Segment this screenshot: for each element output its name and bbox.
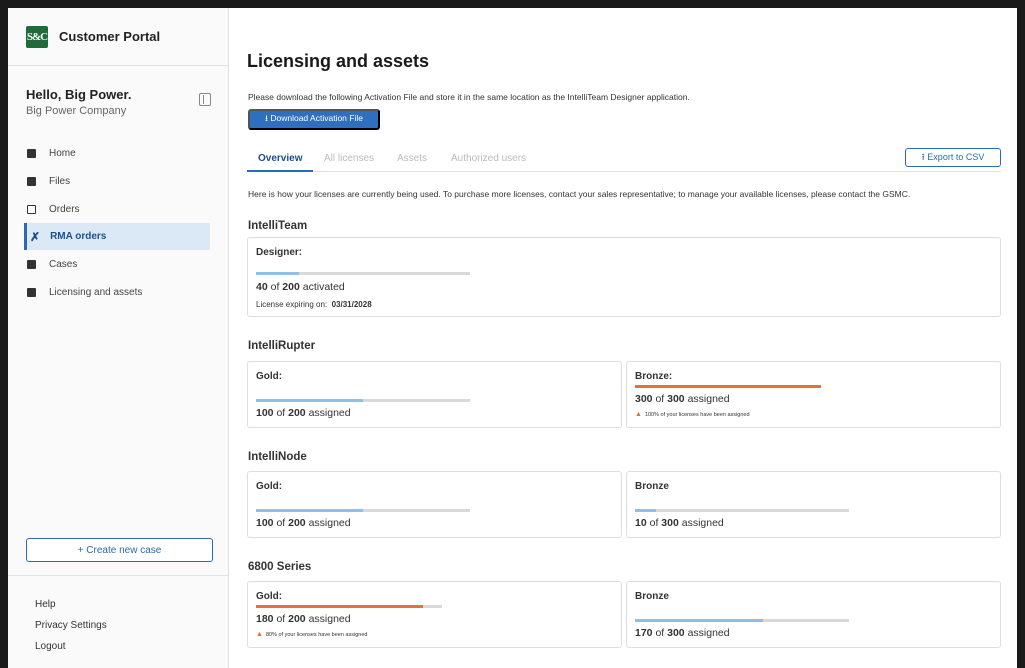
license-warning: ▲ 100% of your licenses have been assign… (635, 411, 750, 418)
usage-text: 170 of 300 assigned (635, 627, 730, 639)
license-card-intellirupter-gold: Gold: 100 of 200 assigned (247, 361, 622, 428)
tab-authorized-users[interactable]: Authorized users (451, 153, 526, 164)
usage-bar (256, 399, 470, 402)
usage-bar-fill (256, 272, 299, 275)
brand-header: S&C Customer Portal (8, 8, 228, 66)
license-name: Bronze (635, 591, 669, 602)
section-title-6800-series: 6800 Series (248, 561, 312, 573)
export-to-csv-button[interactable]: ⭱ Export to CSV (905, 148, 1001, 167)
usage-bar-fill (256, 399, 363, 402)
sidebar-item-label: Files (49, 175, 71, 187)
tab-all-licenses[interactable]: All licenses (324, 153, 374, 164)
clipboard-icon (27, 204, 36, 214)
logout-link[interactable]: Logout (35, 640, 229, 661)
section-title-intellirupter: IntelliRupter (248, 340, 316, 352)
warning-icon: ▲ (256, 631, 263, 638)
license-expiry: License expiring on: 03/31/2028 (256, 300, 372, 309)
sidebar-item-cases[interactable]: Cases (8, 250, 229, 278)
license-card-6800-gold: Gold: 180 of 200 assigned ▲ 80% of your … (247, 581, 622, 648)
usage-bar-fill (256, 605, 424, 608)
app-window: S&C Customer Portal Hello, Big Power. Bi… (8, 8, 1017, 668)
section-title-intelliteam: IntelliTeam (248, 220, 308, 232)
license-name: Bronze (635, 481, 669, 492)
grid-icon (27, 148, 36, 158)
page-title: Licensing and assets (247, 51, 430, 71)
usage-bar-fill (635, 385, 821, 388)
activation-instruction: Please download the following Activation… (248, 92, 690, 102)
sidebar: S&C Customer Portal Hello, Big Power. Bi… (8, 8, 229, 668)
folder-icon (27, 176, 36, 186)
create-new-case-button[interactable]: + Create new case (26, 538, 213, 562)
tools-icon: ✗ (30, 229, 41, 244)
privacy-settings-link[interactable]: Privacy Settings (35, 619, 229, 640)
portal-title: Customer Portal (59, 29, 161, 44)
sidebar-item-label: RMA orders (50, 231, 107, 242)
usage-bar (256, 605, 442, 608)
tab-bar: Overview All licenses Assets Authorized … (247, 148, 1001, 172)
sidebar-footer: Help Privacy Settings Logout (8, 575, 229, 661)
company-logo[interactable]: S&C (26, 25, 48, 48)
user-greeting: Hello, Big Power. (26, 87, 132, 102)
download-activation-file-button[interactable]: ⭳ Download Activation File (248, 109, 380, 130)
sidebar-item-label: Home (49, 147, 76, 159)
tab-overview[interactable]: Overview (258, 153, 302, 164)
license-name: Gold: (256, 591, 283, 602)
usage-text: 300 of 300 assigned (635, 393, 730, 405)
license-card-intellirupter-bronze: Bronze: 300 of 300 assigned ▲ 100% of yo… (626, 361, 1001, 428)
usage-bar (635, 619, 849, 622)
usage-text: 100 of 200 assigned (256, 517, 351, 529)
sidebar-item-orders[interactable]: Orders (8, 195, 229, 223)
sidebar-nav: Home Files Orders ✗ RMA orders Cases Lic… (8, 139, 229, 306)
usage-bar (635, 509, 849, 512)
license-name: Designer: (256, 247, 303, 258)
briefcase-icon (27, 259, 36, 269)
usage-text: 10 of 300 assigned (635, 517, 724, 529)
license-name: Gold: (256, 481, 283, 492)
usage-text: 40 of 200 activated (256, 281, 345, 293)
tab-assets[interactable]: Assets (397, 153, 427, 164)
license-card-intellinode-gold: Gold: 100 of 200 assigned (247, 471, 622, 538)
collapse-sidebar-icon[interactable] (199, 93, 211, 106)
usage-text: 100 of 200 assigned (256, 407, 351, 419)
sidebar-item-label: Orders (49, 203, 80, 215)
user-company: Big Power Company (26, 105, 127, 117)
license-card-6800-bronze: Bronze 170 of 300 assigned (626, 581, 1001, 648)
card-icon (27, 287, 36, 297)
license-warning: ▲ 80% of your licenses have been assigne… (256, 631, 368, 638)
sidebar-item-label: Licensing and assets (49, 286, 143, 298)
section-title-intellinode: IntelliNode (248, 451, 307, 463)
usage-bar (635, 385, 821, 388)
usage-bar-fill (635, 509, 657, 512)
sidebar-item-files[interactable]: Files (8, 167, 229, 195)
usage-text: 180 of 200 assigned (256, 613, 351, 625)
main-content: Licensing and assets Please download the… (247, 8, 1017, 668)
license-card-intelliteam-designer: Designer: 40 of 200 activated License ex… (247, 237, 1001, 317)
sidebar-item-label: Cases (49, 258, 78, 270)
sidebar-item-home[interactable]: Home (8, 139, 229, 167)
license-name: Gold: (256, 371, 283, 382)
sidebar-item-licensing[interactable]: Licensing and assets (8, 278, 229, 306)
usage-bar (256, 509, 470, 512)
sidebar-item-rma-orders[interactable]: ✗ RMA orders (24, 223, 210, 250)
usage-bar-fill (635, 619, 764, 622)
license-card-intellinode-bronze: Bronze 10 of 300 assigned (626, 471, 1001, 538)
active-tab-indicator (247, 170, 313, 172)
usage-bar-fill (256, 509, 363, 512)
license-name: Bronze: (635, 371, 673, 382)
help-link[interactable]: Help (35, 598, 229, 619)
usage-intro: Here is how your licenses are currently … (248, 189, 911, 199)
warning-icon: ▲ (635, 411, 642, 418)
usage-bar (256, 272, 470, 275)
